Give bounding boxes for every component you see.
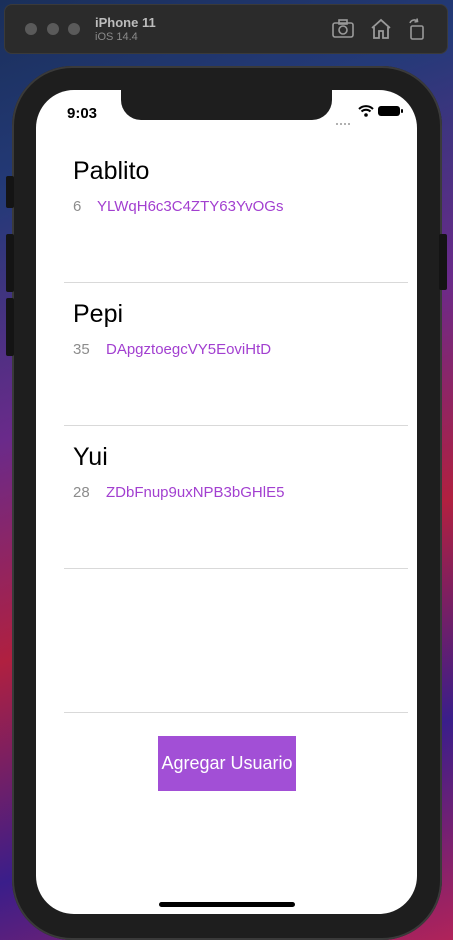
empty-list-row xyxy=(64,569,408,713)
volume-down-button[interactable] xyxy=(6,298,14,356)
rotate-icon[interactable] xyxy=(405,17,429,41)
close-window-button[interactable] xyxy=(25,23,37,35)
user-id: ZDbFnup9uxNPB3bGHlE5 xyxy=(106,484,285,501)
notch xyxy=(121,90,332,120)
simulator-os-version: iOS 14.4 xyxy=(95,31,138,43)
zoom-window-button[interactable] xyxy=(68,23,80,35)
user-age: 28 xyxy=(73,484,90,501)
wifi-icon xyxy=(358,105,374,117)
screenshot-icon[interactable] xyxy=(331,17,355,41)
home-icon[interactable] xyxy=(369,17,393,41)
user-name: Pablito xyxy=(73,157,150,185)
add-user-button[interactable]: Agregar Usuario xyxy=(158,736,296,791)
user-id: DApgztoegcVY5EoviHtD xyxy=(106,341,272,358)
user-age: 6 xyxy=(73,198,82,215)
status-icons xyxy=(336,104,406,125)
power-button[interactable] xyxy=(439,234,447,290)
list-item[interactable]: Pablito 6 YLWqH6c3C4ZTY63YvOGs xyxy=(64,140,408,283)
user-age: 35 xyxy=(73,341,90,358)
mute-switch[interactable] xyxy=(6,176,14,208)
minimize-window-button[interactable] xyxy=(47,23,59,35)
cellular-signal-icon xyxy=(336,112,352,125)
battery-tip xyxy=(401,109,403,113)
status-time: 9:03 xyxy=(67,105,98,122)
home-indicator[interactable] xyxy=(159,902,295,907)
user-name: Pepi xyxy=(73,300,124,328)
user-name: Yui xyxy=(73,443,108,471)
user-id: YLWqH6c3C4ZTY63YvOGs xyxy=(97,198,284,215)
list-item[interactable]: Yui 28 ZDbFnup9uxNPB3bGHlE5 xyxy=(64,426,408,569)
user-list: Pablito 6 YLWqH6c3C4ZTY63YvOGs Pepi 35 D… xyxy=(64,140,408,713)
battery-icon xyxy=(378,106,400,116)
simulator-device-name: iPhone 11 xyxy=(95,15,156,30)
list-item[interactable]: Pepi 35 DApgztoegcVY5EoviHtD xyxy=(64,283,408,426)
app-screen: 9:03 Pablito 6 YLWqH6c3C4ZTY63YvOGs Pepi… xyxy=(36,90,417,914)
volume-up-button[interactable] xyxy=(6,234,14,292)
simulator-title-bar: iPhone 11 iOS 14.4 xyxy=(4,4,448,54)
